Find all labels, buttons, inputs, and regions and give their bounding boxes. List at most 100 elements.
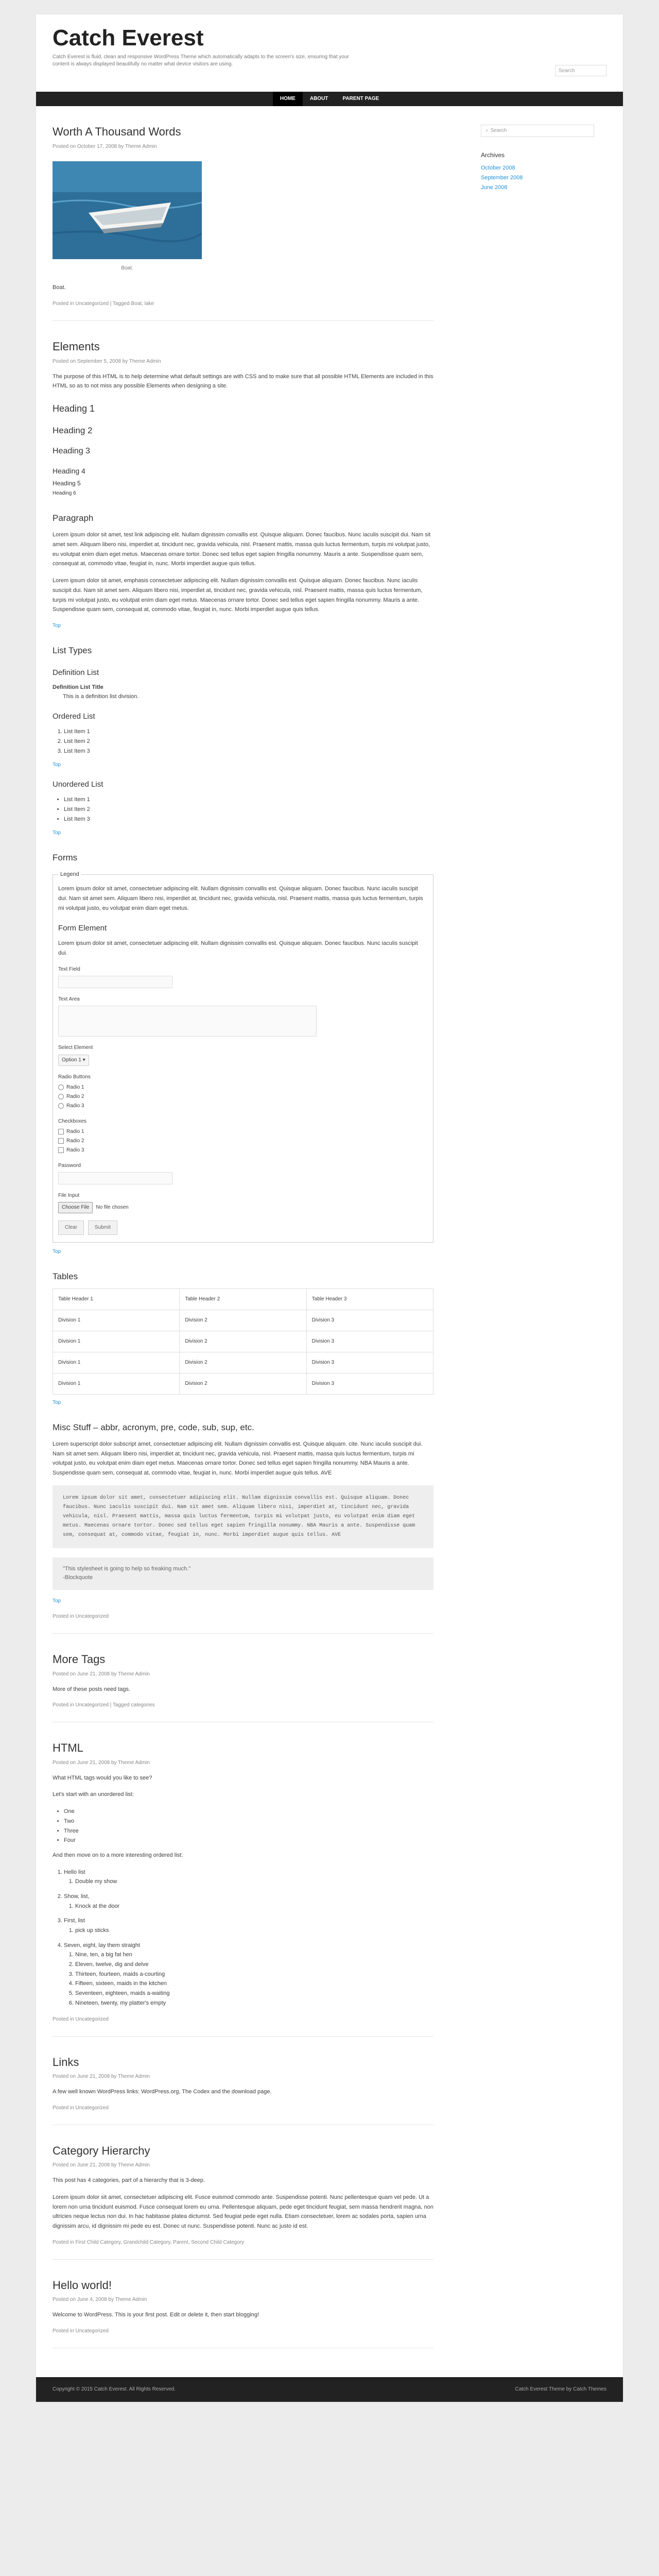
nav-item-home[interactable]: HOME <box>272 92 303 106</box>
post-title[interactable]: Worth A Thousand Words <box>53 125 433 140</box>
site-title[interactable]: Catch Everest <box>53 25 606 50</box>
radio-icon[interactable] <box>58 1084 64 1091</box>
top-link[interactable]: Top <box>53 829 433 837</box>
table-cell: Division 3 <box>306 1372 434 1395</box>
radio-icon[interactable] <box>58 1103 64 1109</box>
post-hello-world: Hello world! Posted on June 4, 2008 by T… <box>53 2278 433 2349</box>
submit-button[interactable]: Submit <box>88 1220 118 1235</box>
archive-link[interactable]: June 2008 <box>481 184 507 191</box>
post-meta: Posted on June 21, 2008 by Theme Admin <box>53 2074 150 2080</box>
post-body: Welcome to WordPress. This is your first… <box>53 2312 259 2318</box>
sidebar-search-input[interactable]: ⌕ Search <box>481 125 594 137</box>
archive-link[interactable]: September 2008 <box>481 175 523 181</box>
text-area[interactable] <box>58 1005 317 1037</box>
post-title[interactable]: Links <box>53 2055 433 2070</box>
post-title[interactable]: HTML <box>53 1741 433 1756</box>
table-cell: Division 2 <box>179 1372 307 1395</box>
clear-button[interactable]: Clear <box>58 1220 84 1235</box>
table-header: Table Header 1 <box>52 1288 180 1310</box>
heading-2: Heading 2 <box>53 425 93 435</box>
list-types-heading: List Types <box>53 645 92 655</box>
list-item: Nineteen, twenty, my platter's empty <box>75 1998 433 2008</box>
checkbox-icon[interactable] <box>58 1138 64 1144</box>
checkbox-option[interactable]: Radio 2 <box>58 1137 428 1145</box>
post-question: What HTML tags would you like to see? <box>53 1774 152 1781</box>
post-body: This post has 4 categories, part of a hi… <box>53 2177 205 2184</box>
text-area-label: Text Area <box>58 996 80 1002</box>
top-link[interactable]: Top <box>53 1597 433 1605</box>
top-link[interactable]: Top <box>53 1248 433 1256</box>
radio-option[interactable]: Radio 1 <box>58 1083 428 1092</box>
nav-item-parent-page[interactable]: PARENT PAGE <box>335 92 386 106</box>
boat-image[interactable] <box>52 161 203 259</box>
top-link[interactable]: Top <box>53 761 433 769</box>
table-header: Table Header 3 <box>306 1288 434 1310</box>
ordered-list: Hello list Double my show Show, list, Kn… <box>53 1868 433 2008</box>
post-body: More of these posts need tags. <box>53 1686 131 1692</box>
table-row: Division 1 Division 2 Division 3 <box>52 1330 434 1352</box>
footer-credit: Catch Everest Theme by Catch Themes <box>515 2386 607 2393</box>
table-cell: Division 2 <box>179 1309 307 1331</box>
checkbox-option[interactable]: Radio 1 <box>58 1128 428 1136</box>
list-item: pick up sticks <box>75 1926 433 1936</box>
checkbox-icon[interactable] <box>58 1147 64 1154</box>
header-search-input[interactable]: Search <box>555 65 606 76</box>
no-file-text: No file chosen <box>96 1204 129 1210</box>
post-title[interactable]: Hello world! <box>53 2278 433 2293</box>
post-footer-meta: Posted in Uncategorized <box>53 1613 109 1619</box>
list-item: List Item 2 <box>64 737 433 747</box>
table-cell: Division 3 <box>306 1351 434 1374</box>
list-item: Three <box>64 1826 433 1836</box>
archive-link[interactable]: October 2008 <box>481 165 515 171</box>
top-link[interactable]: Top <box>53 1399 433 1407</box>
checkbox-option[interactable]: Radio 3 <box>58 1146 428 1155</box>
list-item: Seven, eight, lay them straight Nine, te… <box>64 1941 433 2008</box>
post-title[interactable]: More Tags <box>53 1652 433 1667</box>
paragraph-1: Lorem ipsum dolor sit amet, test link ad… <box>53 532 431 567</box>
legend-text: Lorem ipsum dolor sit amet, consectetuer… <box>58 886 423 911</box>
select-dropdown[interactable]: Option 1 ▾ <box>58 1054 89 1066</box>
list-item: Thirteen, fourteen, maids a-courting <box>75 1970 433 1979</box>
post-title[interactable]: Category Hierarchy <box>53 2144 433 2159</box>
text-field[interactable] <box>58 975 172 988</box>
list-item: Fifteen, sixteen, maids in the kitchen <box>75 1979 433 1989</box>
choose-file-button[interactable]: Choose File <box>58 1201 93 1213</box>
table-cell: Division 2 <box>179 1351 307 1374</box>
radio-option[interactable]: Radio 3 <box>58 1102 428 1110</box>
post-footer-meta: Posted in Uncategorized | Tagged Boat, l… <box>53 301 154 307</box>
post-meta: Posted on October 17, 2008 by Theme Admi… <box>53 143 157 149</box>
paragraph-2: Lorem ipsum dolor sit amet, emphasis con… <box>53 578 423 613</box>
top-link[interactable]: Top <box>53 622 433 630</box>
ordered-list-heading: Ordered List <box>53 712 95 721</box>
table-cell: Division 1 <box>52 1309 180 1331</box>
list-item: Knock at the door <box>75 1902 433 1911</box>
post-footer-meta: Posted in Uncategorized <box>53 2328 109 2334</box>
sidebar: ⌕ Search Archives October 2008 September… <box>481 125 594 2367</box>
archives-title: Archives <box>481 151 505 159</box>
table-cell: Division 1 <box>52 1330 180 1352</box>
table-cell: Division 1 <box>52 1372 180 1395</box>
misc-heading: Misc Stuff – abbr, acronym, pre, code, s… <box>53 1422 254 1432</box>
table-row: Division 1 Division 2 Division 3 <box>52 1351 434 1374</box>
nav-item-about[interactable]: ABOUT <box>303 92 336 106</box>
password-field[interactable] <box>58 1172 172 1184</box>
radio-icon[interactable] <box>58 1094 64 1100</box>
list-item: Seventeen, eighteen, maids a-waiting <box>75 1989 433 1998</box>
post-footer-meta: Posted in First Child Category, Grandchi… <box>53 2239 245 2245</box>
checkbox-icon[interactable] <box>58 1129 64 1135</box>
password-label: Password <box>58 1162 81 1168</box>
site-footer: Copyright © 2015 Catch Everest. All Righ… <box>36 2377 623 2402</box>
radio-option[interactable]: Radio 2 <box>58 1093 428 1101</box>
select-value: Option 1 <box>62 1057 81 1063</box>
post-links: Links Posted on June 21, 2008 by Theme A… <box>53 2055 433 2125</box>
list-item: Nine, ten, a big fat hen <box>75 1950 433 1960</box>
definition-list: Definition List Title This is a definiti… <box>53 683 433 701</box>
form-fieldset: Legend Lorem ipsum dolor sit amet, conse… <box>53 870 433 1243</box>
forms-heading: Forms <box>53 853 78 863</box>
list-item: Two <box>64 1817 433 1826</box>
form-text: Lorem ipsum dolor sit amet, consectetuer… <box>58 940 418 956</box>
post-title[interactable]: Elements <box>53 340 433 354</box>
search-placeholder: Search <box>490 128 507 133</box>
table-cell: Division 1 <box>52 1351 180 1374</box>
radio-text: Radio 3 <box>66 1103 84 1109</box>
